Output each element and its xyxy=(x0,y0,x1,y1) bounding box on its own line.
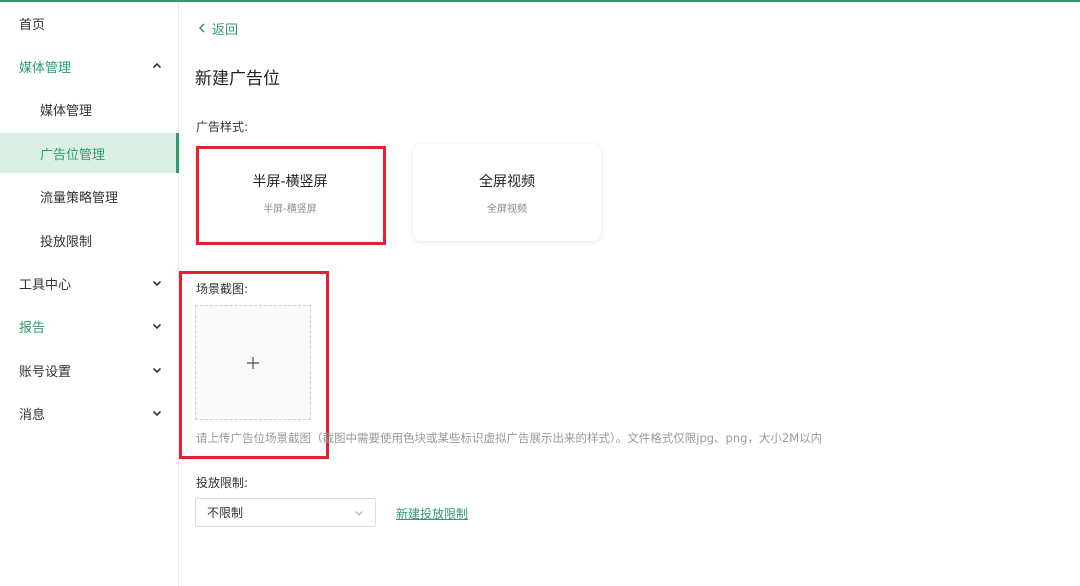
back-link[interactable]: 返回 xyxy=(196,18,238,38)
sidebar-item-label: 工具中心 xyxy=(19,277,72,293)
sidebar-item-messages[interactable]: 消息 xyxy=(0,393,178,433)
sidebar-item-label: 流量策略管理 xyxy=(40,190,119,206)
style-option-fullscreen-video[interactable]: 全屏视频 全屏视频 xyxy=(413,144,601,241)
sidebar-item-label: 消息 xyxy=(19,407,46,423)
new-delivery-limit-link[interactable]: 新建投放限制 xyxy=(396,505,468,522)
chevron-down-icon xyxy=(150,363,164,377)
sidebar-item-label: 投放限制 xyxy=(40,234,93,250)
chevron-down-icon xyxy=(353,507,365,519)
chevron-up-icon xyxy=(150,59,164,73)
sidebar-item-label: 报告 xyxy=(19,320,46,336)
chevron-down-icon xyxy=(150,319,164,333)
upload-hint: 请上传广告位场景截图（截图中需要使用色块或某些标识虚拟广告展示出来的样式）。文件… xyxy=(196,431,823,445)
screenshot-upload[interactable] xyxy=(195,305,311,420)
sidebar: 首页 媒体管理 媒体管理 广告位管理 流量策略管理 投放限制 工具中心 报告 账… xyxy=(0,2,179,586)
sidebar-item-label: 媒体管理 xyxy=(19,60,72,76)
limit-label: 投放限制: xyxy=(196,476,249,490)
sidebar-item-media-management[interactable]: 媒体管理 xyxy=(0,46,178,86)
chevron-down-icon xyxy=(150,276,164,290)
style-option-title: 全屏视频 xyxy=(479,173,535,190)
sidebar-subitem-traffic-strategy[interactable]: 流量策略管理 xyxy=(0,176,178,216)
ad-style-label: 广告样式: xyxy=(196,120,249,134)
sidebar-item-label: 广告位管理 xyxy=(40,147,106,163)
style-option-half-screen[interactable]: 半屏-横竖屏 半屏-横竖屏 xyxy=(196,144,384,241)
screenshot-label: 场景截图: xyxy=(196,282,249,296)
delivery-limit-select[interactable]: 不限制 xyxy=(195,498,376,527)
sidebar-item-tool-center[interactable]: 工具中心 xyxy=(0,263,178,303)
style-option-subtitle: 全屏视频 xyxy=(487,203,527,215)
sidebar-item-home[interactable]: 首页 xyxy=(0,3,178,43)
sidebar-item-label: 首页 xyxy=(19,17,46,33)
sidebar-item-report[interactable]: 报告 xyxy=(0,306,178,346)
sidebar-subitem-media-management[interactable]: 媒体管理 xyxy=(0,89,178,129)
sidebar-item-account-settings[interactable]: 账号设置 xyxy=(0,350,178,390)
chevron-down-icon xyxy=(150,406,164,420)
select-value: 不限制 xyxy=(207,506,244,520)
style-option-subtitle: 半屏-横竖屏 xyxy=(263,203,317,215)
sidebar-item-label: 媒体管理 xyxy=(40,103,93,119)
sidebar-subitem-delivery-limit[interactable]: 投放限制 xyxy=(0,220,178,260)
chevron-left-icon xyxy=(198,23,205,33)
sidebar-subitem-ad-slot-management[interactable]: 广告位管理 xyxy=(0,133,179,173)
back-label: 返回 xyxy=(212,22,239,38)
sidebar-item-label: 账号设置 xyxy=(19,364,72,380)
page-title: 新建广告位 xyxy=(195,69,280,89)
plus-icon xyxy=(247,356,259,369)
style-option-title: 半屏-横竖屏 xyxy=(252,173,328,190)
